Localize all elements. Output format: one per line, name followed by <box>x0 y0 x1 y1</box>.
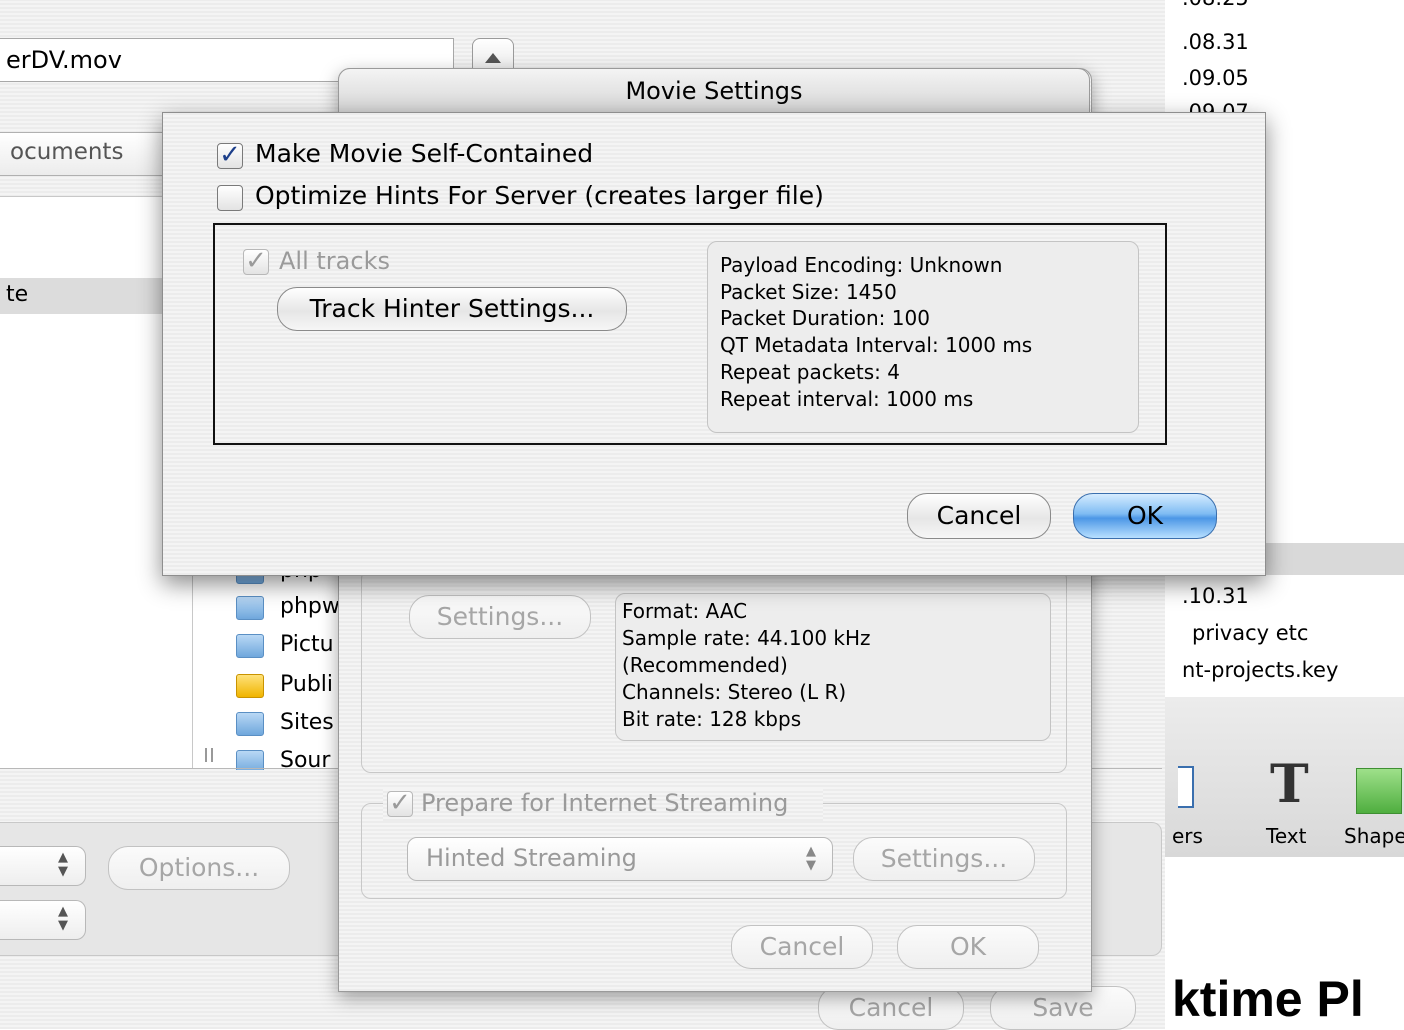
self-contained-row[interactable]: ✓ Make Movie Self-Contained <box>217 139 637 173</box>
toolbar-item-label: ers <box>1172 824 1203 848</box>
file-list-label: phpw <box>280 594 340 619</box>
toolbar-item-label: Text <box>1266 824 1307 848</box>
toolbar-item-text[interactable]: T Text <box>1258 754 1318 852</box>
movie-settings-titlebar: Movie Settings <box>338 68 1090 116</box>
track-hinter-settings-button[interactable]: Track Hinter Settings... <box>277 287 627 331</box>
save-sheet-cancel-button[interactable]: Cancel <box>818 986 964 1030</box>
updown-arrows-icon: ▲ ▼ <box>58 904 68 933</box>
date-list-item[interactable]: .08.25 <box>1182 0 1249 10</box>
folder-icon <box>236 750 264 770</box>
file-list-label: Sour <box>280 748 331 770</box>
streaming-settings-button[interactable]: Settings... <box>853 837 1035 881</box>
all-tracks-label: All tracks <box>279 247 390 275</box>
toolbar-item-label: Shape <box>1344 824 1404 848</box>
repeat-interval-text: Repeat interval: 1000 ms <box>720 386 974 411</box>
audio-sample-rate-text: Sample rate: 44.100 kHz <box>622 626 871 650</box>
optimize-hints-row[interactable]: ✓ Optimize Hints For Server (creates lar… <box>217 181 857 215</box>
optimize-hints-label: Optimize Hints For Server (creates large… <box>255 181 824 210</box>
file-list-item[interactable]: nt-projects.key <box>1182 658 1338 682</box>
export-cancel-button[interactable]: Cancel <box>731 925 873 969</box>
audio-settings-button[interactable]: Settings... <box>409 595 591 639</box>
toolbar-item-shape[interactable]: Shape <box>1344 762 1404 852</box>
use-popup[interactable]: ▲ ▼ <box>0 900 86 940</box>
window-title: Movie Settings <box>625 77 803 105</box>
hint-settings-dialog: ✓ Make Movie Self-Contained ✓ Optimize H… <box>162 112 1266 576</box>
date-list-item[interactable]: .10.31 <box>1182 584 1249 608</box>
column-resize-handle[interactable] <box>205 748 213 762</box>
packet-size-text: Packet Size: 1450 <box>720 279 897 304</box>
packet-duration-text: Packet Duration: 100 <box>720 306 930 331</box>
self-contained-label: Make Movie Self-Contained <box>255 139 594 168</box>
date-list-item[interactable]: .08.31 <box>1182 30 1249 54</box>
file-list-label: Pictu <box>280 632 334 657</box>
location-text: ocuments <box>10 139 124 165</box>
public-folder-icon <box>236 674 264 698</box>
streaming-checkbox[interactable]: ✓ <box>387 790 413 817</box>
updown-arrows-icon: ▲ ▼ <box>806 844 816 873</box>
self-contained-checkbox[interactable]: ✓ <box>217 142 243 169</box>
hint-cancel-button[interactable]: Cancel <box>907 493 1051 539</box>
streaming-mode-text: Hinted Streaming <box>426 844 637 872</box>
shape-icon <box>1356 768 1402 814</box>
sidebar-item-label: te <box>6 282 29 307</box>
save-button[interactable]: Save <box>990 986 1136 1030</box>
export-ok-button[interactable]: OK <box>897 925 1039 969</box>
all-tracks-row[interactable]: ✓ All tracks <box>243 247 443 279</box>
metadata-interval-text: QT Metadata Interval: 1000 ms <box>720 333 1033 358</box>
pictures-folder-icon <box>236 634 264 658</box>
file-list-label: Publi <box>280 672 334 697</box>
toolbar-item-layers[interactable]: ers <box>1172 762 1222 852</box>
sites-folder-icon <box>236 712 264 736</box>
streaming-checkbox-row[interactable]: ✓ Prepare for Internet Streaming <box>383 789 823 821</box>
audio-channels-text: Channels: Stereo (L R) <box>622 680 847 704</box>
folder-icon <box>236 596 264 620</box>
all-tracks-checkbox[interactable]: ✓ <box>243 248 269 275</box>
audio-recommended-text: (Recommended) <box>622 653 788 677</box>
text-icon: T <box>1270 754 1309 815</box>
hint-ok-button[interactable]: OK <box>1073 493 1217 539</box>
payload-encoding-text: Payload Encoding: Unknown <box>720 253 1003 277</box>
chevron-up-icon <box>485 53 501 63</box>
audio-info-box: Format: AAC Sample rate: 44.100 kHz (Rec… <box>615 593 1051 741</box>
streaming-mode-popup[interactable]: Hinted Streaming ▲ ▼ <box>407 837 833 881</box>
document-heading: ktime Pl <box>1172 971 1364 1027</box>
repeat-packets-text: Repeat packets: 4 <box>720 359 900 384</box>
streaming-checkbox-label: Prepare for Internet Streaming <box>421 789 789 817</box>
format-popup[interactable]: ▲ ▼ <box>0 846 86 886</box>
options-button[interactable]: Options... <box>108 846 290 890</box>
optimize-hints-checkbox[interactable]: ✓ <box>217 185 243 211</box>
filename-text: erDV.mov <box>6 46 122 74</box>
file-list-label: Sites <box>280 710 334 735</box>
file-list-item[interactable]: privacy etc <box>1192 621 1308 645</box>
audio-format-text: Format: AAC <box>622 599 748 623</box>
layers-icon <box>1178 766 1194 808</box>
date-list-item[interactable]: .09.05 <box>1182 66 1249 90</box>
updown-arrows-icon: ▲ ▼ <box>58 850 68 879</box>
audio-bitrate-text: Bit rate: 128 kbps <box>622 707 802 731</box>
hint-info-box: Payload Encoding: Unknown Packet Size: 1… <box>707 241 1139 433</box>
location-popup[interactable]: ocuments <box>0 132 170 176</box>
